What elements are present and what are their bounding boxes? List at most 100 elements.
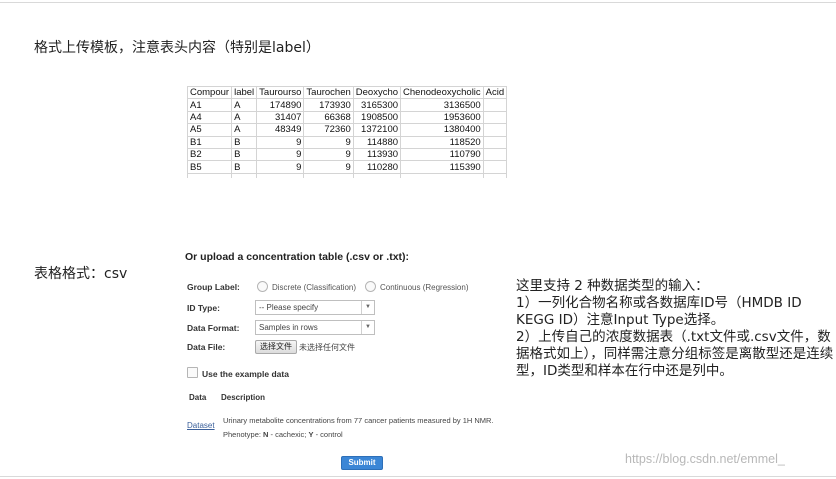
sheet-cell: label bbox=[231, 86, 258, 100]
sheet-row: B5 B 9 9 110280 115390 bbox=[187, 160, 507, 174]
note-line-1: 这里支持 2 种数据类型的输入： bbox=[516, 278, 709, 294]
sheet-row: B2 B 9 9 113930 110790 bbox=[187, 147, 507, 162]
sheet-cell: 114880 bbox=[352, 135, 402, 149]
sheet-cell: B bbox=[231, 160, 258, 174]
sheet-cell: 9 bbox=[256, 160, 305, 174]
watermark: https://blog.csdn.net/emmel_ bbox=[625, 452, 785, 466]
sheet-cell bbox=[482, 160, 507, 174]
chevron-down-icon: ▼ bbox=[361, 321, 374, 334]
sheet-cell: 1380400 bbox=[400, 123, 484, 137]
sheet-cell: 174890 bbox=[256, 98, 305, 112]
sheet-cell bbox=[303, 172, 354, 178]
sheet-cell bbox=[482, 110, 507, 125]
column-description: Description bbox=[221, 393, 266, 402]
dataset-phenotype: Phenotype: N - cachexic; Y - control bbox=[223, 430, 343, 439]
sheet-cell: 118520 bbox=[400, 135, 484, 149]
sheet-cell: B5 bbox=[187, 160, 233, 174]
phenotype-suffix: - control bbox=[313, 430, 343, 439]
form-title: Or upload a concentration table (.csv or… bbox=[185, 251, 410, 263]
sheet-cell bbox=[482, 172, 507, 178]
sheet-cell: 48349 bbox=[256, 123, 305, 137]
sheet-cell: A bbox=[231, 123, 258, 137]
note-line-2: 1）一列化合物名称或各数据库ID号（HMDB ID KEGG ID）注意Inpu… bbox=[516, 295, 802, 328]
sheet-row bbox=[187, 172, 507, 178]
phenotype-mid: - cachexic; bbox=[268, 430, 309, 439]
sheet-cell: B1 bbox=[187, 135, 233, 149]
sheet-row: A4 A 31407 66368 1908500 1953600 bbox=[187, 110, 507, 125]
sheet-cell: 173930 bbox=[303, 98, 354, 112]
sheet-cell: Chenodeoxycholic bbox=[400, 86, 484, 100]
note-line-3: 2）上传自己的浓度数据表（.txt文件或.csv文件，数据格式如上），同样需注意… bbox=[516, 329, 834, 379]
file-status: 未选择任何文件 bbox=[299, 343, 355, 352]
sheet-cell: 9 bbox=[303, 160, 354, 174]
example-data-checkbox[interactable] bbox=[187, 367, 198, 378]
group-label: Group Label: bbox=[187, 282, 240, 292]
sheet-cell: 3136500 bbox=[400, 98, 484, 112]
sheet-cell: 1908500 bbox=[352, 110, 402, 125]
sheet-cell: 9 bbox=[256, 135, 305, 149]
chevron-down-icon: ▼ bbox=[361, 301, 374, 314]
sheet-cell: 9 bbox=[256, 147, 305, 162]
sheet-cell: B2 bbox=[187, 147, 233, 162]
radio-discrete[interactable] bbox=[257, 281, 268, 292]
sheet-row: A1 A 174890 173930 3165300 3136500 bbox=[187, 98, 507, 112]
sheet-cell: 1953600 bbox=[400, 110, 484, 125]
data-format-value: Samples in rows bbox=[259, 323, 318, 332]
sheet-cell: A bbox=[231, 110, 258, 125]
sheet-cell: 9 bbox=[303, 135, 354, 149]
sheet-cell: A5 bbox=[187, 123, 233, 137]
sheet-cell: A1 bbox=[187, 98, 233, 112]
sheet-cell: Taurochen bbox=[303, 86, 354, 100]
example-data-label[interactable]: Use the example data bbox=[202, 369, 289, 379]
sheet-cell: 3165300 bbox=[352, 98, 402, 112]
phenotype-prefix: Phenotype: bbox=[223, 430, 264, 439]
top-divider bbox=[0, 2, 836, 3]
data-file-label: Data File: bbox=[187, 342, 226, 352]
sheet-cell bbox=[482, 147, 507, 162]
sheet-cell: 1372100 bbox=[352, 123, 402, 137]
bottom-divider bbox=[0, 476, 836, 477]
template-heading: 格式上传模板，注意表头内容（特别是label） bbox=[34, 40, 320, 56]
format-heading: 表格格式：csv bbox=[34, 266, 128, 282]
submit-button[interactable]: Submit bbox=[341, 456, 383, 470]
sheet-row: A5 A 48349 72360 1372100 1380400 bbox=[187, 123, 507, 137]
dataset-link[interactable]: Dataset bbox=[187, 421, 215, 430]
sheet-cell bbox=[482, 98, 507, 112]
sheet-cell: 113930 bbox=[352, 147, 402, 162]
column-data: Data bbox=[189, 393, 207, 402]
radio-discrete-label[interactable]: Discrete (Classification) bbox=[272, 283, 356, 292]
id-type-label: ID Type: bbox=[187, 303, 220, 313]
radio-continuous[interactable] bbox=[365, 281, 376, 292]
sheet-cell bbox=[482, 123, 507, 137]
spreadsheet-preview: Compour label Taurourso Taurochen Deoxycho Ch… bbox=[187, 86, 507, 178]
data-format-select[interactable]: Samples in rows ▼ bbox=[255, 320, 375, 335]
sheet-cell bbox=[187, 172, 233, 178]
choose-file-button[interactable]: 选择文件 bbox=[255, 340, 297, 354]
sheet-cell bbox=[400, 172, 484, 178]
data-format-label: Data Format: bbox=[187, 323, 240, 333]
sheet-cell: Taurourso bbox=[256, 86, 305, 100]
sheet-header-row: Compour label Taurourso Taurochen Deoxycho Ch… bbox=[187, 86, 507, 100]
sheet-cell: Compour bbox=[187, 86, 233, 100]
sheet-cell: B bbox=[231, 135, 258, 149]
sheet-cell: 110790 bbox=[400, 147, 484, 162]
sheet-cell bbox=[231, 172, 258, 178]
radio-continuous-label[interactable]: Continuous (Regression) bbox=[380, 283, 469, 292]
sheet-cell: 31407 bbox=[256, 110, 305, 125]
sheet-row: B1 B 9 9 114880 118520 bbox=[187, 135, 507, 149]
sheet-cell: Deoxycho bbox=[352, 86, 402, 100]
sheet-cell: 115390 bbox=[400, 160, 484, 174]
sheet-cell: 9 bbox=[303, 147, 354, 162]
sheet-cell: B bbox=[231, 147, 258, 162]
sheet-cell: 110280 bbox=[352, 160, 402, 174]
id-type-value: -- Please specify bbox=[259, 303, 319, 312]
sheet-cell: A4 bbox=[187, 110, 233, 125]
sheet-cell bbox=[482, 135, 507, 149]
sheet-cell bbox=[256, 172, 305, 178]
id-type-select[interactable]: -- Please specify ▼ bbox=[255, 300, 375, 315]
sheet-cell: 72360 bbox=[303, 123, 354, 137]
sheet-cell: 66368 bbox=[303, 110, 354, 125]
sheet-cell: A bbox=[231, 98, 258, 112]
sheet-cell bbox=[352, 172, 402, 178]
dataset-description: Urinary metabolite concentrations from 7… bbox=[223, 416, 494, 425]
